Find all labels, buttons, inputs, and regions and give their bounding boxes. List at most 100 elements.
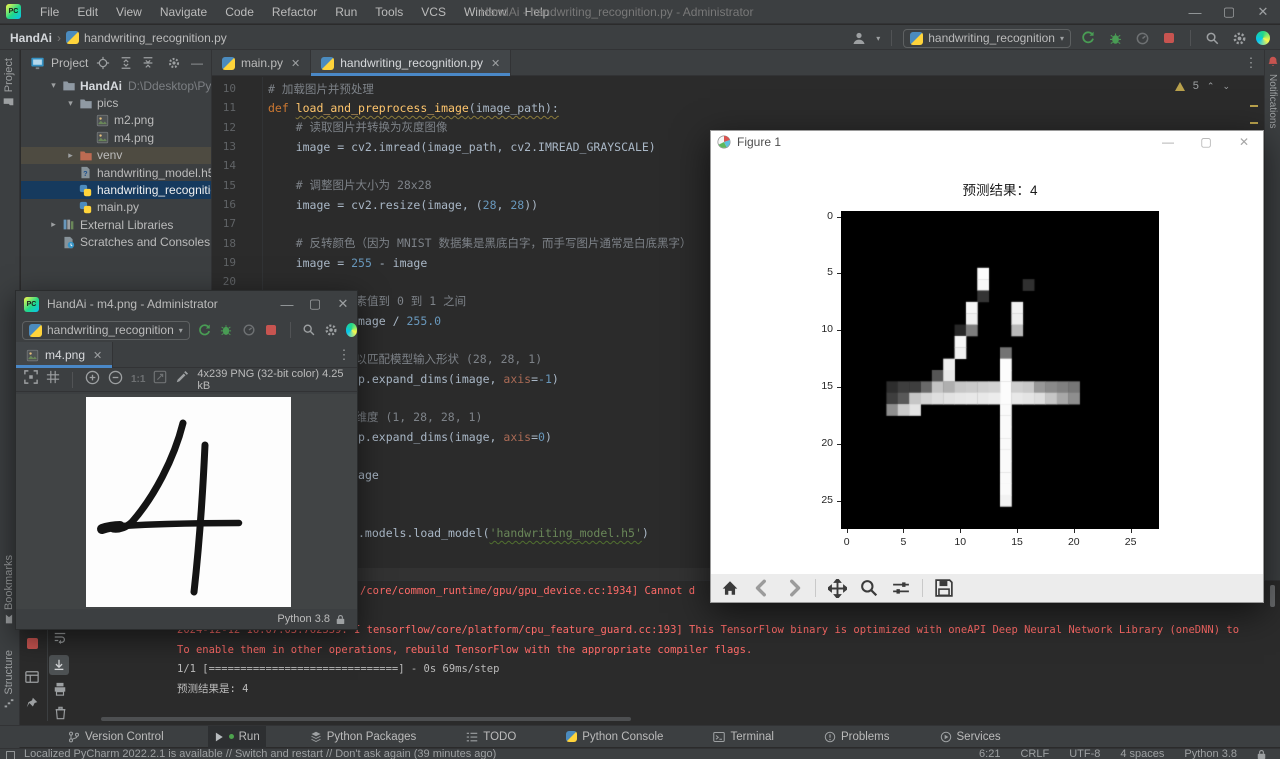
tree-item-m2-png[interactable]: m2.png bbox=[21, 112, 212, 129]
project-panel-title[interactable]: Project bbox=[51, 56, 88, 70]
error-stripe-mark[interactable] bbox=[1250, 122, 1258, 124]
caret-position[interactable]: 6:21 bbox=[979, 748, 1000, 759]
tree-item-handwriting-recognition-py[interactable]: handwriting_recognition.py bbox=[21, 181, 212, 198]
menu-file[interactable]: File bbox=[31, 0, 68, 24]
menu-run[interactable]: Run bbox=[326, 0, 366, 24]
toolbar-services[interactable]: Services bbox=[934, 726, 1007, 748]
stripe-project-tab[interactable]: Project bbox=[3, 58, 15, 107]
locate-file-icon[interactable] bbox=[95, 55, 111, 71]
breadcrumb-file[interactable]: handwriting_recognition.py bbox=[84, 31, 227, 45]
run-config-combo[interactable]: handwriting_recognition ▾ bbox=[22, 321, 190, 340]
chevron-icon[interactable]: ▾ bbox=[45, 80, 62, 91]
image-window-title-bar[interactable]: PC HandAi - m4.png - Administrator — ▢ ✕ bbox=[16, 291, 357, 317]
line-separator[interactable]: CRLF bbox=[1020, 748, 1049, 759]
close-button[interactable]: ✕ bbox=[1246, 0, 1280, 24]
menu-vcs[interactable]: VCS bbox=[412, 0, 455, 24]
close-tab-icon[interactable]: ✕ bbox=[291, 57, 300, 70]
toolbar-python-packages[interactable]: Python Packages bbox=[304, 726, 423, 748]
stripe-structure-tab[interactable]: Structure bbox=[3, 650, 15, 709]
print-icon[interactable] bbox=[52, 681, 68, 697]
chevron-icon[interactable]: ▾ bbox=[62, 98, 79, 109]
indent-style[interactable]: 4 spaces bbox=[1120, 748, 1164, 759]
code-with-me-icon[interactable] bbox=[346, 323, 358, 337]
console-v-scrollbar[interactable] bbox=[1270, 585, 1275, 607]
settings-gear-icon[interactable] bbox=[323, 320, 339, 340]
minimize-button[interactable]: — bbox=[1178, 0, 1212, 24]
lock-icon[interactable] bbox=[1257, 749, 1266, 759]
maximize-button[interactable]: ▢ bbox=[301, 292, 329, 316]
zoom-out-icon[interactable] bbox=[108, 370, 123, 390]
expand-all-icon[interactable] bbox=[118, 55, 134, 71]
chevron-icon[interactable]: ▸ bbox=[45, 219, 62, 230]
inspections-widget[interactable]: 5 ⌃ ⌄ bbox=[1175, 80, 1230, 92]
prev-problem-icon[interactable]: ⌃ bbox=[1207, 81, 1215, 92]
stop-icon[interactable] bbox=[263, 320, 279, 340]
tree-item-external-libraries[interactable]: ▸External Libraries bbox=[21, 216, 212, 233]
code-line-10[interactable]: 10# 加载图片并预处理 bbox=[212, 79, 1264, 98]
maximize-button[interactable]: ▢ bbox=[1212, 0, 1246, 24]
status-window-icon[interactable] bbox=[6, 751, 15, 759]
close-tab-icon[interactable]: ✕ bbox=[93, 349, 102, 362]
tree-item-venv[interactable]: ▸venv bbox=[21, 147, 212, 164]
toolbar-problems[interactable]: Problems bbox=[818, 726, 896, 748]
run-config-combo[interactable]: handwriting_recognition ▾ bbox=[903, 29, 1071, 48]
grid-toggle-icon[interactable] bbox=[46, 370, 60, 389]
back-icon[interactable] bbox=[751, 577, 773, 599]
tab-options-kebab-icon[interactable]: ⋮ bbox=[331, 347, 357, 363]
minimize-button[interactable]: — bbox=[1149, 131, 1187, 153]
debug-icon[interactable] bbox=[218, 320, 234, 340]
close-tab-icon[interactable]: ✕ bbox=[491, 57, 500, 70]
tree-item-handwriting-model-h5[interactable]: ?handwriting_model.h5 bbox=[21, 164, 212, 181]
tab-options-kebab-icon[interactable]: ⋮ bbox=[1238, 50, 1264, 75]
stripe-bookmarks-tab[interactable]: Bookmarks bbox=[3, 555, 15, 624]
python-interpreter[interactable]: Python 3.8 bbox=[1184, 748, 1237, 759]
error-stripe-mark[interactable] bbox=[1250, 105, 1258, 107]
close-button[interactable]: ✕ bbox=[1225, 131, 1263, 153]
profiler-icon[interactable] bbox=[241, 320, 257, 340]
rerun-icon[interactable] bbox=[1078, 28, 1098, 48]
file-encoding[interactable]: UTF-8 bbox=[1069, 748, 1100, 759]
console-h-scrollbar[interactable] bbox=[101, 717, 631, 721]
menu-refactor[interactable]: Refactor bbox=[263, 0, 326, 24]
next-problem-icon[interactable]: ⌄ bbox=[1222, 81, 1230, 92]
stop-process-icon[interactable] bbox=[24, 635, 40, 651]
fit-window-icon[interactable] bbox=[153, 370, 167, 389]
restore-layout-icon[interactable] bbox=[24, 669, 40, 685]
image-canvas-area[interactable] bbox=[16, 394, 357, 609]
tree-item-pics[interactable]: ▾pics bbox=[21, 94, 212, 111]
user-icon[interactable] bbox=[849, 28, 869, 48]
interpreter-label[interactable]: Python 3.8 bbox=[277, 613, 330, 625]
zoom-fit-icon[interactable] bbox=[24, 370, 38, 389]
scroll-to-end-icon[interactable] bbox=[49, 655, 69, 675]
search-everywhere-icon[interactable] bbox=[301, 320, 317, 340]
toolbar-todo[interactable]: TODO bbox=[460, 726, 522, 748]
pan-icon[interactable] bbox=[826, 577, 848, 599]
status-message[interactable]: Localized PyCharm 2022.2.1 is available … bbox=[24, 748, 496, 759]
minimize-button[interactable]: — bbox=[273, 292, 301, 316]
color-picker-pipette-icon[interactable] bbox=[175, 370, 189, 389]
clear-console-trash-icon[interactable] bbox=[52, 705, 68, 721]
maximize-button[interactable]: ▢ bbox=[1187, 131, 1225, 153]
profiler-icon[interactable] bbox=[1132, 28, 1152, 48]
menu-edit[interactable]: Edit bbox=[68, 0, 107, 24]
tree-item-scratches-and-consoles[interactable]: Scratches and Consoles bbox=[21, 234, 212, 251]
hide-panel-icon[interactable]: — bbox=[189, 55, 205, 71]
stripe-notifications-tab[interactable]: Notifications bbox=[1267, 74, 1278, 128]
menu-code[interactable]: Code bbox=[216, 0, 263, 24]
pin-tab-icon[interactable] bbox=[24, 695, 40, 711]
panel-settings-gear-icon[interactable] bbox=[166, 55, 182, 71]
tree-item-main-py[interactable]: main.py bbox=[21, 199, 212, 216]
menu-navigate[interactable]: Navigate bbox=[151, 0, 216, 24]
bell-icon[interactable] bbox=[1267, 56, 1279, 68]
stop-icon[interactable] bbox=[1159, 28, 1179, 48]
toolbar-version-control[interactable]: Version Control bbox=[62, 726, 170, 748]
chevron-icon[interactable]: ▸ bbox=[62, 150, 79, 161]
debug-icon[interactable] bbox=[1105, 28, 1125, 48]
tab-main-py[interactable]: main.py✕ bbox=[212, 50, 311, 76]
rerun-icon[interactable] bbox=[196, 320, 212, 340]
tab-m4-png[interactable]: m4.png✕ bbox=[16, 342, 113, 368]
tab-handwriting-recognition-py[interactable]: handwriting_recognition.py✕ bbox=[311, 50, 511, 76]
save-icon[interactable] bbox=[933, 577, 955, 599]
soft-wrap-icon[interactable] bbox=[52, 629, 68, 645]
settings-gear-icon[interactable] bbox=[1229, 28, 1249, 48]
